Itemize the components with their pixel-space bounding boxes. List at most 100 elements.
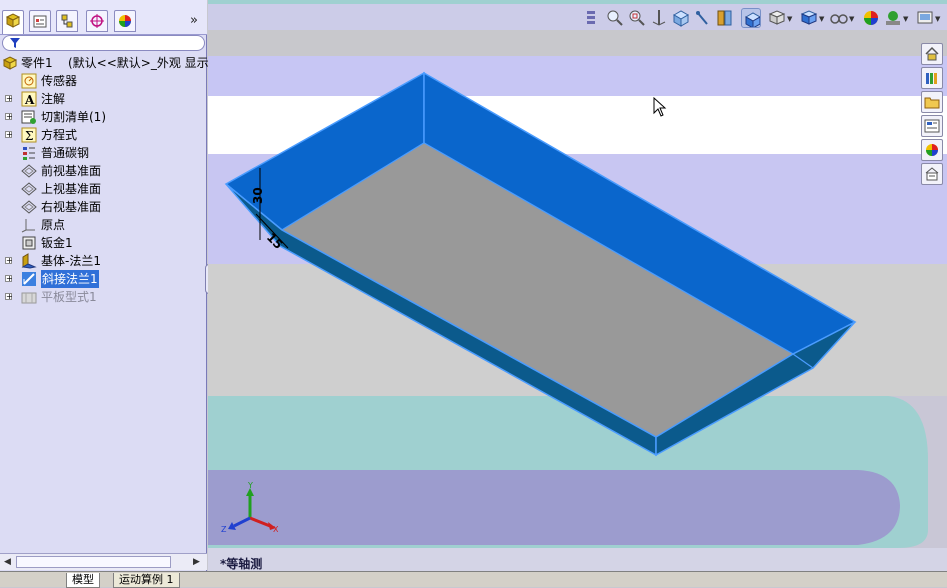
property-manager-icon (33, 15, 47, 28)
expand-toggle[interactable]: + (5, 113, 13, 121)
sensor-icon (21, 73, 37, 89)
part-icon (2, 56, 18, 70)
plane-icon (21, 200, 37, 214)
triad-x-label: X (273, 525, 278, 534)
view-orientation-icon[interactable] (671, 8, 691, 28)
tree-item-label: 传感器 (41, 74, 78, 88)
equation-icon: Σ (21, 127, 37, 143)
hide-show-items-icon[interactable] (767, 8, 787, 28)
tree-item-cut-list[interactable]: + 切割清单(1) (0, 108, 207, 126)
material-icon (23, 147, 35, 160)
tab-dimxpert-manager[interactable] (86, 10, 108, 32)
sheet-metal-tray-model[interactable]: 30 15 (208, 0, 947, 571)
plane-icon (21, 164, 37, 178)
expand-toggle[interactable]: + (5, 131, 13, 139)
heads-up-view-toolbar: ▼ ▼ ▼ ▼ ▼ ▼ (583, 7, 947, 29)
tab-property-manager[interactable] (29, 10, 51, 32)
filter-icon (10, 38, 20, 48)
configuration-manager-icon (61, 14, 73, 28)
task-pane-custom-properties-button[interactable] (921, 163, 943, 185)
display-style-icon[interactable] (799, 8, 819, 28)
tab-model[interactable]: 模型 (66, 573, 100, 588)
dynamic-annotation-icon[interactable] (693, 8, 713, 28)
part-config: (默认<<默认>_外观 显示状 (68, 56, 221, 70)
cut-list-icon (21, 110, 36, 124)
tree-item-annotations[interactable]: + A 注解 (0, 90, 207, 108)
tree-item-label: 钣金1 (41, 236, 73, 250)
task-pane-appearances-button[interactable] (921, 139, 943, 161)
task-pane-design-library-button[interactable] (921, 67, 943, 89)
panel-expand-arrow[interactable]: » (190, 13, 198, 28)
expand-toggle[interactable]: + (5, 275, 13, 283)
tree-filter-input[interactable] (2, 35, 205, 51)
task-pane-view-palette-button[interactable] (921, 115, 943, 137)
triad-z-label: Z (221, 525, 227, 534)
dropdown-arrow-icon[interactable]: ▼ (787, 15, 792, 23)
tree-item-right-plane[interactable]: 右视基准面 (0, 198, 207, 216)
flat-pattern-icon (21, 292, 37, 304)
tree-item-label: 方程式 (41, 128, 78, 142)
appearances-icon (926, 144, 938, 156)
expand-toggle[interactable]: + (5, 293, 13, 301)
tree-item-sheet-metal[interactable]: 钣金1 (0, 234, 207, 252)
tree-item-material[interactable]: 普通碳钢 (0, 144, 207, 162)
scroll-right-arrow-icon[interactable]: ▶ (190, 556, 203, 568)
plane-icon (21, 182, 37, 196)
view-orientation-label: *等轴测 (220, 557, 263, 571)
tree-item-base-flange[interactable]: + 基体-法兰1 (0, 252, 207, 270)
tree-item-equations[interactable]: + Σ 方程式 (0, 126, 207, 144)
miter-flange-icon (22, 272, 36, 286)
dimension-30-label[interactable]: 30 (251, 187, 265, 204)
tree-item-label: 上视基准面 (41, 182, 102, 196)
section-plane-icon[interactable] (715, 8, 735, 28)
dropdown-arrow-icon[interactable]: ▼ (903, 15, 908, 23)
graphics-viewport[interactable]: 30 15 ▼ ▼ ▼ ▼ ▼ ▼ (208, 0, 947, 571)
tab-motion-study-1[interactable]: 运动算例 1 (113, 573, 180, 588)
expand-toggle[interactable]: + (5, 257, 13, 265)
tree-item-part[interactable]: 零件1 (默认<<默认>_外观 显示状 (0, 54, 221, 72)
task-pane-file-explorer-button[interactable] (921, 91, 943, 113)
task-pane-home-button[interactable] (921, 43, 943, 65)
base-flange-icon (21, 253, 37, 269)
mouse-cursor-icon (653, 97, 667, 117)
view-settings-icon[interactable] (915, 8, 935, 28)
tree-item-sensors[interactable]: 传感器 (0, 72, 207, 90)
tab-feature-manager[interactable] (2, 10, 24, 34)
dropdown-arrow-icon[interactable]: ▼ (849, 15, 854, 23)
dropdown-arrow-icon[interactable]: ▼ (819, 15, 824, 23)
edit-appearance-glasses-icon[interactable] (829, 8, 849, 28)
tree-item-miter-flange[interactable]: + 斜接法兰1 (0, 270, 207, 288)
tree-item-label: 注解 (41, 92, 66, 106)
panel-tab-strip: » (0, 0, 207, 35)
shaded-display-icon[interactable] (741, 8, 761, 28)
annotation-icon: A (21, 91, 37, 107)
tab-configuration-manager[interactable] (56, 10, 78, 32)
tree-item-front-plane[interactable]: 前视基准面 (0, 162, 207, 180)
scrollbar-thumb[interactable] (16, 556, 171, 568)
tree-item-label: 平板型式1 (41, 290, 97, 304)
tree-item-label: 前视基准面 (41, 164, 102, 178)
zoom-to-fit-icon[interactable] (605, 8, 625, 28)
apply-scene-icon[interactable] (883, 8, 903, 28)
tree-item-label: 右视基准面 (41, 200, 102, 214)
custom-properties-icon (925, 167, 939, 181)
bottom-tab-bar: 模型 运动算例 1 (0, 571, 947, 588)
expand-toggle[interactable]: + (5, 95, 13, 103)
display-manager-icon (119, 15, 131, 27)
tree-item-top-plane[interactable]: 上视基准面 (0, 180, 207, 198)
tab-display-manager[interactable] (114, 10, 136, 32)
tree-item-label: 基体-法兰1 (41, 254, 101, 268)
dimxpert-icon (90, 14, 104, 28)
coordinate-triad: Y X Z (221, 481, 278, 534)
appearance-sphere-icon[interactable] (861, 8, 881, 28)
zoom-to-area-icon[interactable] (627, 8, 647, 28)
previous-view-icon[interactable] (583, 8, 603, 28)
dropdown-arrow-icon[interactable]: ▼ (935, 15, 940, 23)
scroll-left-arrow-icon[interactable]: ◀ (1, 556, 14, 568)
part-name: 零件1 (21, 56, 53, 70)
tree-item-origin[interactable]: 原点 (0, 216, 207, 234)
tree-item-label: 普通碳钢 (41, 146, 90, 160)
section-view-icon[interactable] (649, 8, 669, 28)
tree-item-flat-pattern[interactable]: + 平板型式1 (0, 288, 207, 306)
panel-horizontal-scrollbar[interactable]: ◀ ▶ (0, 553, 207, 570)
